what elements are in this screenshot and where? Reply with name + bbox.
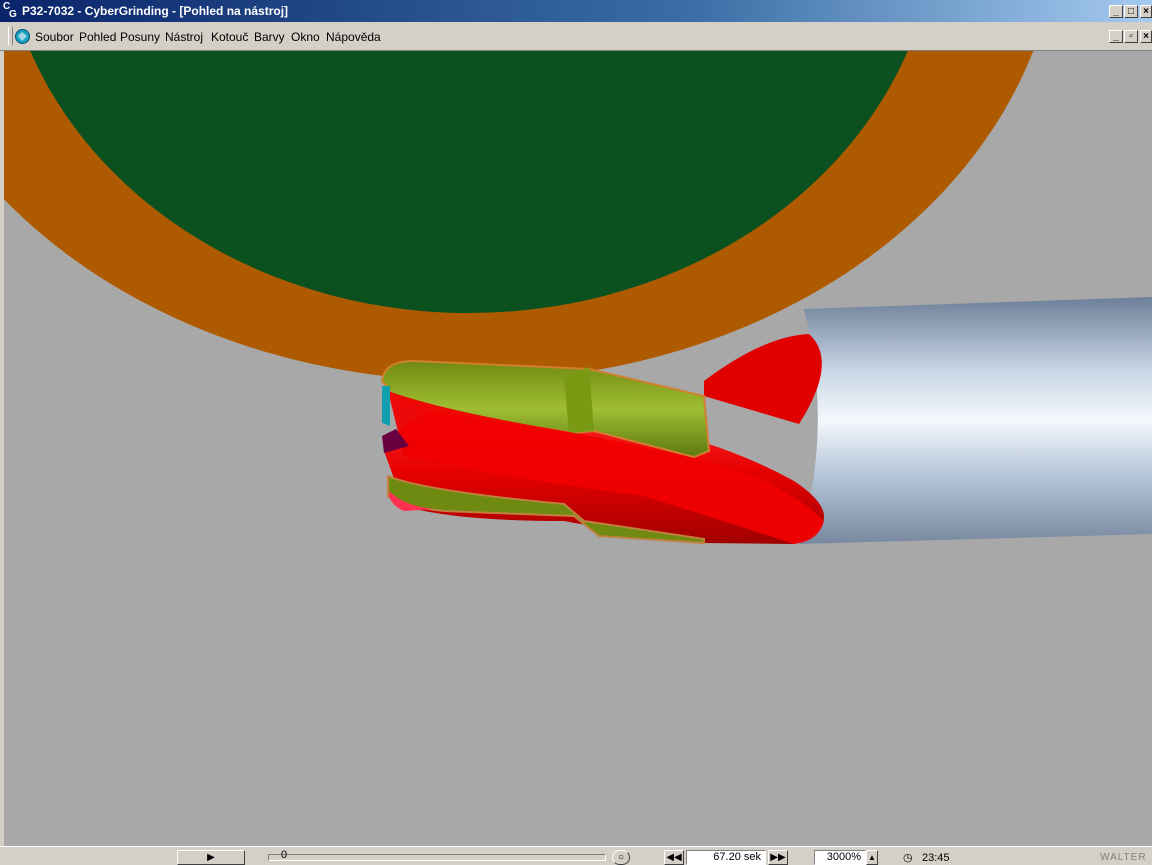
menu-barvy[interactable]: Barvy	[254, 30, 285, 44]
document-icon[interactable]	[14, 28, 31, 45]
time-field[interactable]: 67.20 sek	[686, 850, 766, 865]
record-button[interactable]: ○	[612, 850, 630, 865]
menu-pohled[interactable]: Pohled	[79, 30, 116, 44]
maximize-button[interactable]: □	[1124, 5, 1138, 18]
menu-okno[interactable]: Okno	[291, 30, 320, 44]
menu-posuny[interactable]: Posuny	[120, 30, 160, 44]
minimize-button[interactable]: _	[1109, 5, 1123, 18]
shank-chamfer	[704, 334, 822, 424]
clock-time: 23:45	[922, 852, 950, 864]
toolbar-grip[interactable]	[8, 27, 13, 45]
mdi-close-button[interactable]: ×	[1140, 30, 1152, 43]
timeline-track[interactable]	[268, 854, 606, 861]
mdi-minimize-button[interactable]: _	[1109, 30, 1123, 43]
zoom-spinner[interactable]: ▲	[866, 850, 878, 865]
tool-tip-cyan	[382, 386, 390, 426]
zoom-field[interactable]: 3000%	[814, 850, 866, 865]
rewind-button[interactable]: ◀◀	[664, 850, 684, 865]
play-button[interactable]: ▶	[177, 850, 245, 865]
menu-napoveda[interactable]: Nápověda	[326, 30, 381, 44]
status-bar: ▶ 0 ○ ◀◀ 67.20 sek ▶▶ 3000% ▲ ◷ 23:45 WA…	[0, 846, 1152, 865]
tool-shank	[799, 297, 1152, 544]
mdi-restore-button[interactable]: ▫	[1124, 30, 1138, 43]
clock-icon: ◷	[903, 852, 913, 864]
tool-step	[564, 367, 594, 433]
timeline-slider-value[interactable]: 0	[281, 849, 287, 861]
scene-canvas[interactable]	[4, 51, 1152, 846]
menu-bar: Soubor Pohled Posuny Nástroj Kotouč Barv…	[0, 22, 1152, 51]
fast-forward-button[interactable]: ▶▶	[768, 850, 788, 865]
menu-soubor[interactable]: Soubor	[35, 30, 74, 44]
close-button[interactable]: ×	[1140, 5, 1152, 18]
menu-kotouc[interactable]: Kotouč	[211, 30, 248, 44]
3d-viewport[interactable]	[4, 51, 1152, 846]
app-logo-icon: CG	[3, 1, 17, 20]
menu-nastroj[interactable]: Nástroj	[165, 30, 203, 44]
window-title: P32-7032 - CyberGrinding - [Pohled na ná…	[22, 4, 289, 18]
walter-logo: WALTER	[1100, 852, 1147, 863]
title-bar: CG P32-7032 - CyberGrinding - [Pohled na…	[0, 0, 1152, 22]
